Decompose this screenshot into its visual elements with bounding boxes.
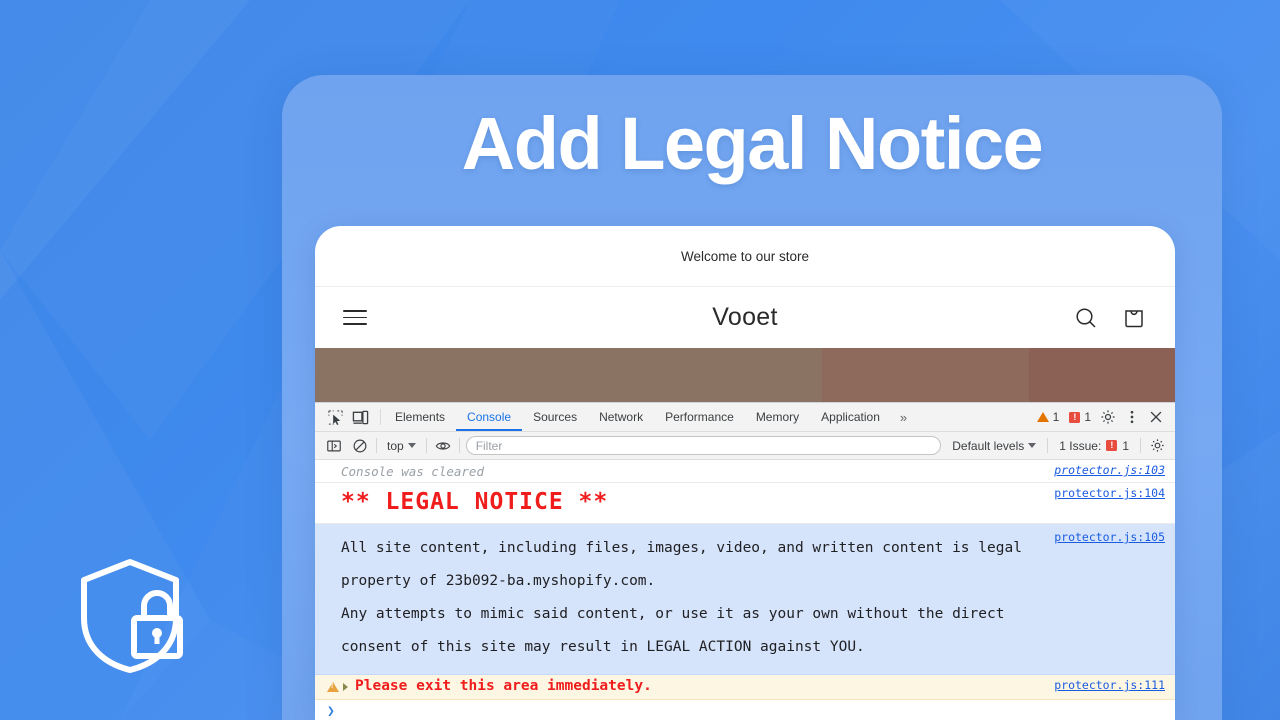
console-prompt-row[interactable]: ❯ — [315, 700, 1175, 720]
console-filter-bar: top Default levels 1 — [315, 432, 1175, 460]
hamburger-menu-icon[interactable] — [343, 310, 367, 325]
execution-context-value: top — [387, 438, 404, 453]
source-link[interactable]: protector.js:103 — [1054, 463, 1165, 477]
legal-body-line: consent of this site may result in LEGAL… — [341, 639, 865, 655]
console-row-warning[interactable]: Please exit this area immediately. prote… — [315, 675, 1175, 700]
more-options-icon[interactable] — [1122, 407, 1142, 427]
tab-memory[interactable]: Memory — [745, 403, 810, 431]
warning-count: 1 — [1052, 410, 1060, 424]
console-row-legal-body[interactable]: All site content, including files, image… — [315, 524, 1175, 675]
screenshot-stage: Add Legal Notice Welcome to our store Vo… — [0, 0, 1280, 720]
console-message-list: Console was cleared protector.js:103 ** … — [315, 460, 1175, 720]
tab-elements[interactable]: Elements — [384, 403, 456, 431]
warning-triangle-icon — [1036, 412, 1049, 422]
chevron-down-icon — [1028, 443, 1037, 448]
execution-context-select[interactable]: top — [383, 439, 420, 453]
error-square-icon — [1069, 411, 1081, 423]
tab-network[interactable]: Network — [588, 403, 654, 431]
legal-body-line: Any attempts to mimic said content, or u… — [341, 606, 1005, 622]
device-toolbar-icon[interactable] — [350, 407, 370, 427]
store-hero-banner — [315, 348, 1175, 402]
issues-button[interactable]: 1 Issue: 1 — [1054, 439, 1134, 453]
devtools-tab-list: Elements Console Sources Network Perform… — [384, 403, 916, 431]
toolbar-divider — [380, 409, 381, 425]
browser-card: Welcome to our store Vooet Elements Cons… — [315, 226, 1175, 720]
expand-arrow-icon[interactable] — [343, 683, 348, 691]
banner-band — [1028, 348, 1175, 402]
gear-icon[interactable] — [1098, 407, 1118, 427]
store-header: Vooet — [315, 287, 1175, 348]
tab-console[interactable]: Console — [456, 403, 522, 431]
filterbar-divider — [1140, 438, 1141, 453]
devtools-tabbar: Elements Console Sources Network Perform… — [315, 403, 1175, 432]
issues-label: 1 Issue: — [1059, 438, 1102, 453]
console-filter-input[interactable] — [465, 436, 942, 455]
issue-square-icon — [1106, 439, 1118, 451]
console-cleared-text: Console was cleared — [341, 464, 484, 479]
legal-body-line: property of 23b092-ba.myshopify.com. — [341, 573, 656, 589]
devtools-tool-icons — [315, 403, 377, 431]
legal-body-line: All site content, including files, image… — [341, 540, 1022, 556]
devtools-panel: Elements Console Sources Network Perform… — [315, 402, 1175, 720]
source-link[interactable]: protector.js:105 — [1054, 530, 1165, 544]
banner-band — [315, 348, 823, 402]
clear-console-icon[interactable] — [350, 436, 370, 456]
log-levels-value: Default levels — [952, 438, 1025, 453]
more-tabs-icon[interactable]: » — [891, 403, 916, 431]
shield-lock-icon — [81, 559, 183, 673]
store-header-actions — [1073, 305, 1147, 331]
source-link[interactable]: protector.js:111 — [1054, 678, 1165, 692]
shopping-bag-icon[interactable] — [1121, 305, 1147, 331]
store-announcement-text: Welcome to our store — [680, 248, 810, 264]
tab-performance[interactable]: Performance — [654, 403, 745, 431]
store-announcement-bar: Welcome to our store — [315, 226, 1175, 287]
console-sidebar-icon[interactable] — [324, 436, 344, 456]
devtools-status-actions: 1 1 — [1034, 403, 1175, 431]
close-icon[interactable] — [1146, 407, 1166, 427]
live-expression-icon[interactable] — [433, 436, 453, 456]
filterbar-divider — [376, 438, 377, 453]
inspect-element-icon[interactable] — [325, 407, 345, 427]
banner-band — [822, 348, 1029, 402]
filterbar-divider — [458, 438, 460, 453]
source-link[interactable]: protector.js:104 — [1054, 486, 1165, 500]
warning-triangle-icon — [327, 682, 339, 692]
tab-application[interactable]: Application — [810, 403, 891, 431]
console-row-legal-notice[interactable]: ** LEGAL NOTICE ** protector.js:104 — [315, 483, 1175, 524]
page-title: Add Legal Notice — [461, 102, 1044, 185]
prompt-caret-icon: ❯ — [327, 704, 335, 719]
warning-message-text: Please exit this area immediately. — [355, 678, 652, 694]
chevron-down-icon — [407, 443, 416, 448]
legal-notice-heading: ** LEGAL NOTICE ** — [341, 489, 609, 515]
log-levels-select[interactable]: Default levels — [947, 439, 1041, 453]
issues-count: 1 — [1122, 438, 1129, 453]
filterbar-divider — [425, 438, 427, 453]
error-count: 1 — [1084, 410, 1091, 424]
warning-count-badge[interactable]: 1 — [1034, 410, 1063, 424]
gear-icon[interactable] — [1147, 436, 1167, 456]
search-icon[interactable] — [1073, 305, 1099, 331]
store-name: Vooet — [712, 303, 778, 331]
console-row-cleared[interactable]: Console was cleared protector.js:103 — [315, 460, 1175, 483]
filterbar-divider — [1047, 438, 1049, 453]
tab-sources[interactable]: Sources — [522, 403, 588, 431]
error-count-badge[interactable]: 1 — [1066, 410, 1094, 424]
